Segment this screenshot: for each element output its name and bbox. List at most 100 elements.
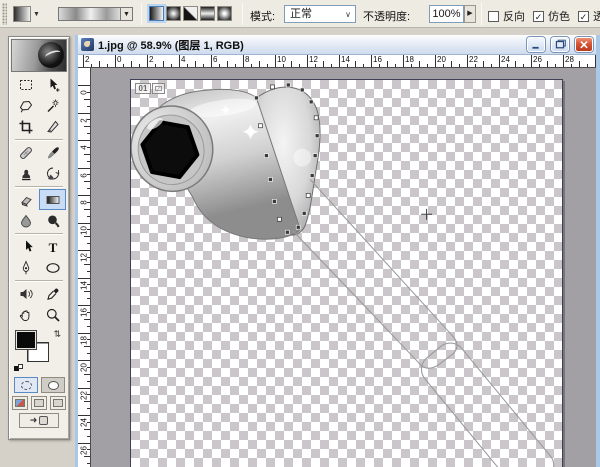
ruler-tick [107,64,108,68]
ruler-label: 20 [437,55,446,64]
ruler-tick [91,64,92,68]
tool-hand[interactable] [12,304,39,325]
horizontal-ruler[interactable]: 2024681012141618202224262830 [78,55,596,68]
ruler-tick [475,64,476,68]
toolbox-palette: T ⇄ ➜ [8,36,70,440]
rectangular-marquee-icon [18,77,34,93]
path-anchor[interactable] [310,174,314,178]
ruler-tick [84,181,90,182]
ruler-tick [87,161,91,162]
handle-grip-outline [415,337,559,467]
path-anchor[interactable] [272,199,276,203]
ruler-tick [259,61,260,67]
tool-gradient[interactable] [39,189,66,210]
gradient-type-reflected[interactable] [200,6,215,21]
tool-zoom[interactable] [39,304,66,325]
path-selection-icon [18,239,34,255]
path-anchor[interactable] [254,96,258,100]
ruler-tick [387,61,388,67]
tool-eraser[interactable] [12,189,39,210]
path-anchor[interactable] [313,154,317,158]
tool-history-brush[interactable] [39,163,66,184]
minimize-button[interactable] [527,37,545,52]
path-anchor[interactable] [258,124,262,128]
restore-button[interactable] [551,37,569,52]
slice-icon [45,119,61,135]
tool-shape[interactable] [39,257,66,278]
path-anchor[interactable] [315,134,319,138]
options-bar-grip[interactable] [2,3,7,25]
tool-type[interactable]: T [39,236,66,257]
toolbox-banner[interactable] [11,39,67,72]
gradient-type-radial[interactable] [166,6,181,21]
tool-blur[interactable] [12,210,39,231]
reverse-checkbox[interactable] [488,11,499,22]
ruler-label: 22 [80,390,89,400]
gradient-picker-arrow[interactable]: ▼ [120,7,133,21]
separator [481,3,482,25]
tool-lasso[interactable] [12,95,39,116]
tool-move[interactable] [39,74,66,95]
path-anchor[interactable] [300,88,304,92]
checkbox-group-reverse: 反向 [488,8,525,24]
vertical-ruler[interactable]: 02468101214161820222426 [78,68,91,467]
path-anchor[interactable] [277,217,281,221]
tool-eyedropper[interactable] [39,283,66,304]
document-titlebar[interactable]: 1.jpg @ 58.9% (图层 1, RGB) [78,35,596,55]
quick-mask-button[interactable] [41,377,65,393]
ruler-tick [83,55,84,67]
jump-to-imageready-button[interactable]: ➜ [19,413,59,428]
fullscreen-menubar-button[interactable] [31,396,47,410]
ruler-tick [84,209,90,210]
path-anchor[interactable] [285,230,289,234]
path-anchor[interactable] [270,85,274,89]
tool-magic-wand[interactable] [39,95,66,116]
gradient-icon [45,192,61,208]
tool-rectangular-marquee[interactable] [12,74,39,95]
path-anchor[interactable] [296,225,300,229]
default-colors-icon[interactable] [14,364,24,372]
tool-preset-picker[interactable]: ▼ [13,4,44,24]
gradient-type-angle[interactable] [183,6,198,21]
tool-brush[interactable] [39,142,66,163]
tool-pen[interactable] [12,257,39,278]
tool-healing-brush[interactable] [12,142,39,163]
close-button[interactable] [575,37,593,52]
tool-path-selection[interactable] [12,236,39,257]
path-anchor[interactable] [309,100,313,104]
tool-burn[interactable] [39,210,66,231]
path-anchor[interactable] [302,211,306,215]
opacity-slider-arrow[interactable]: ▶ [464,5,476,23]
ruler-tick [78,360,90,361]
path-anchor[interactable] [268,177,272,181]
transparency-checkbox[interactable]: ✓ [578,11,589,22]
fullscreen-button[interactable] [50,396,66,410]
swap-colors-icon[interactable]: ⇄ [51,330,62,338]
jump-arrow-icon: ➜ [30,415,38,426]
slice-number: 01 [135,83,151,94]
standard-screen-button[interactable] [12,396,28,410]
tool-clone-stamp[interactable] [12,163,39,184]
ruler-tick [307,55,308,67]
opacity-input[interactable]: 100% [429,5,464,23]
ruler-tick [299,64,300,68]
path-anchor[interactable] [264,154,268,158]
path-anchor[interactable] [286,83,290,87]
dither-checkbox[interactable]: ✓ [533,11,544,22]
path-anchor[interactable] [306,193,310,197]
blend-mode-select[interactable]: 正常 ∨ [284,5,356,23]
tool-crop[interactable] [12,116,39,137]
pasteboard[interactable]: 01 [91,68,596,467]
ruler-label: 14 [341,55,350,64]
gradient-type-linear[interactable] [149,6,164,21]
photoshop-app: { "window": { "title": "1.jpg @ 58.9% (图… [0,0,600,467]
gradient-preview-swatch[interactable] [58,7,120,21]
gradient-type-diamond[interactable] [217,6,232,21]
canvas[interactable]: 01 [130,79,563,467]
foreground-color-swatch[interactable] [15,330,37,350]
tool-slice[interactable] [39,116,66,137]
standard-mode-button[interactable] [14,377,38,393]
ruler-tick [219,64,220,68]
tool-audio-annotation[interactable] [12,283,39,304]
path-anchor[interactable] [314,116,318,120]
